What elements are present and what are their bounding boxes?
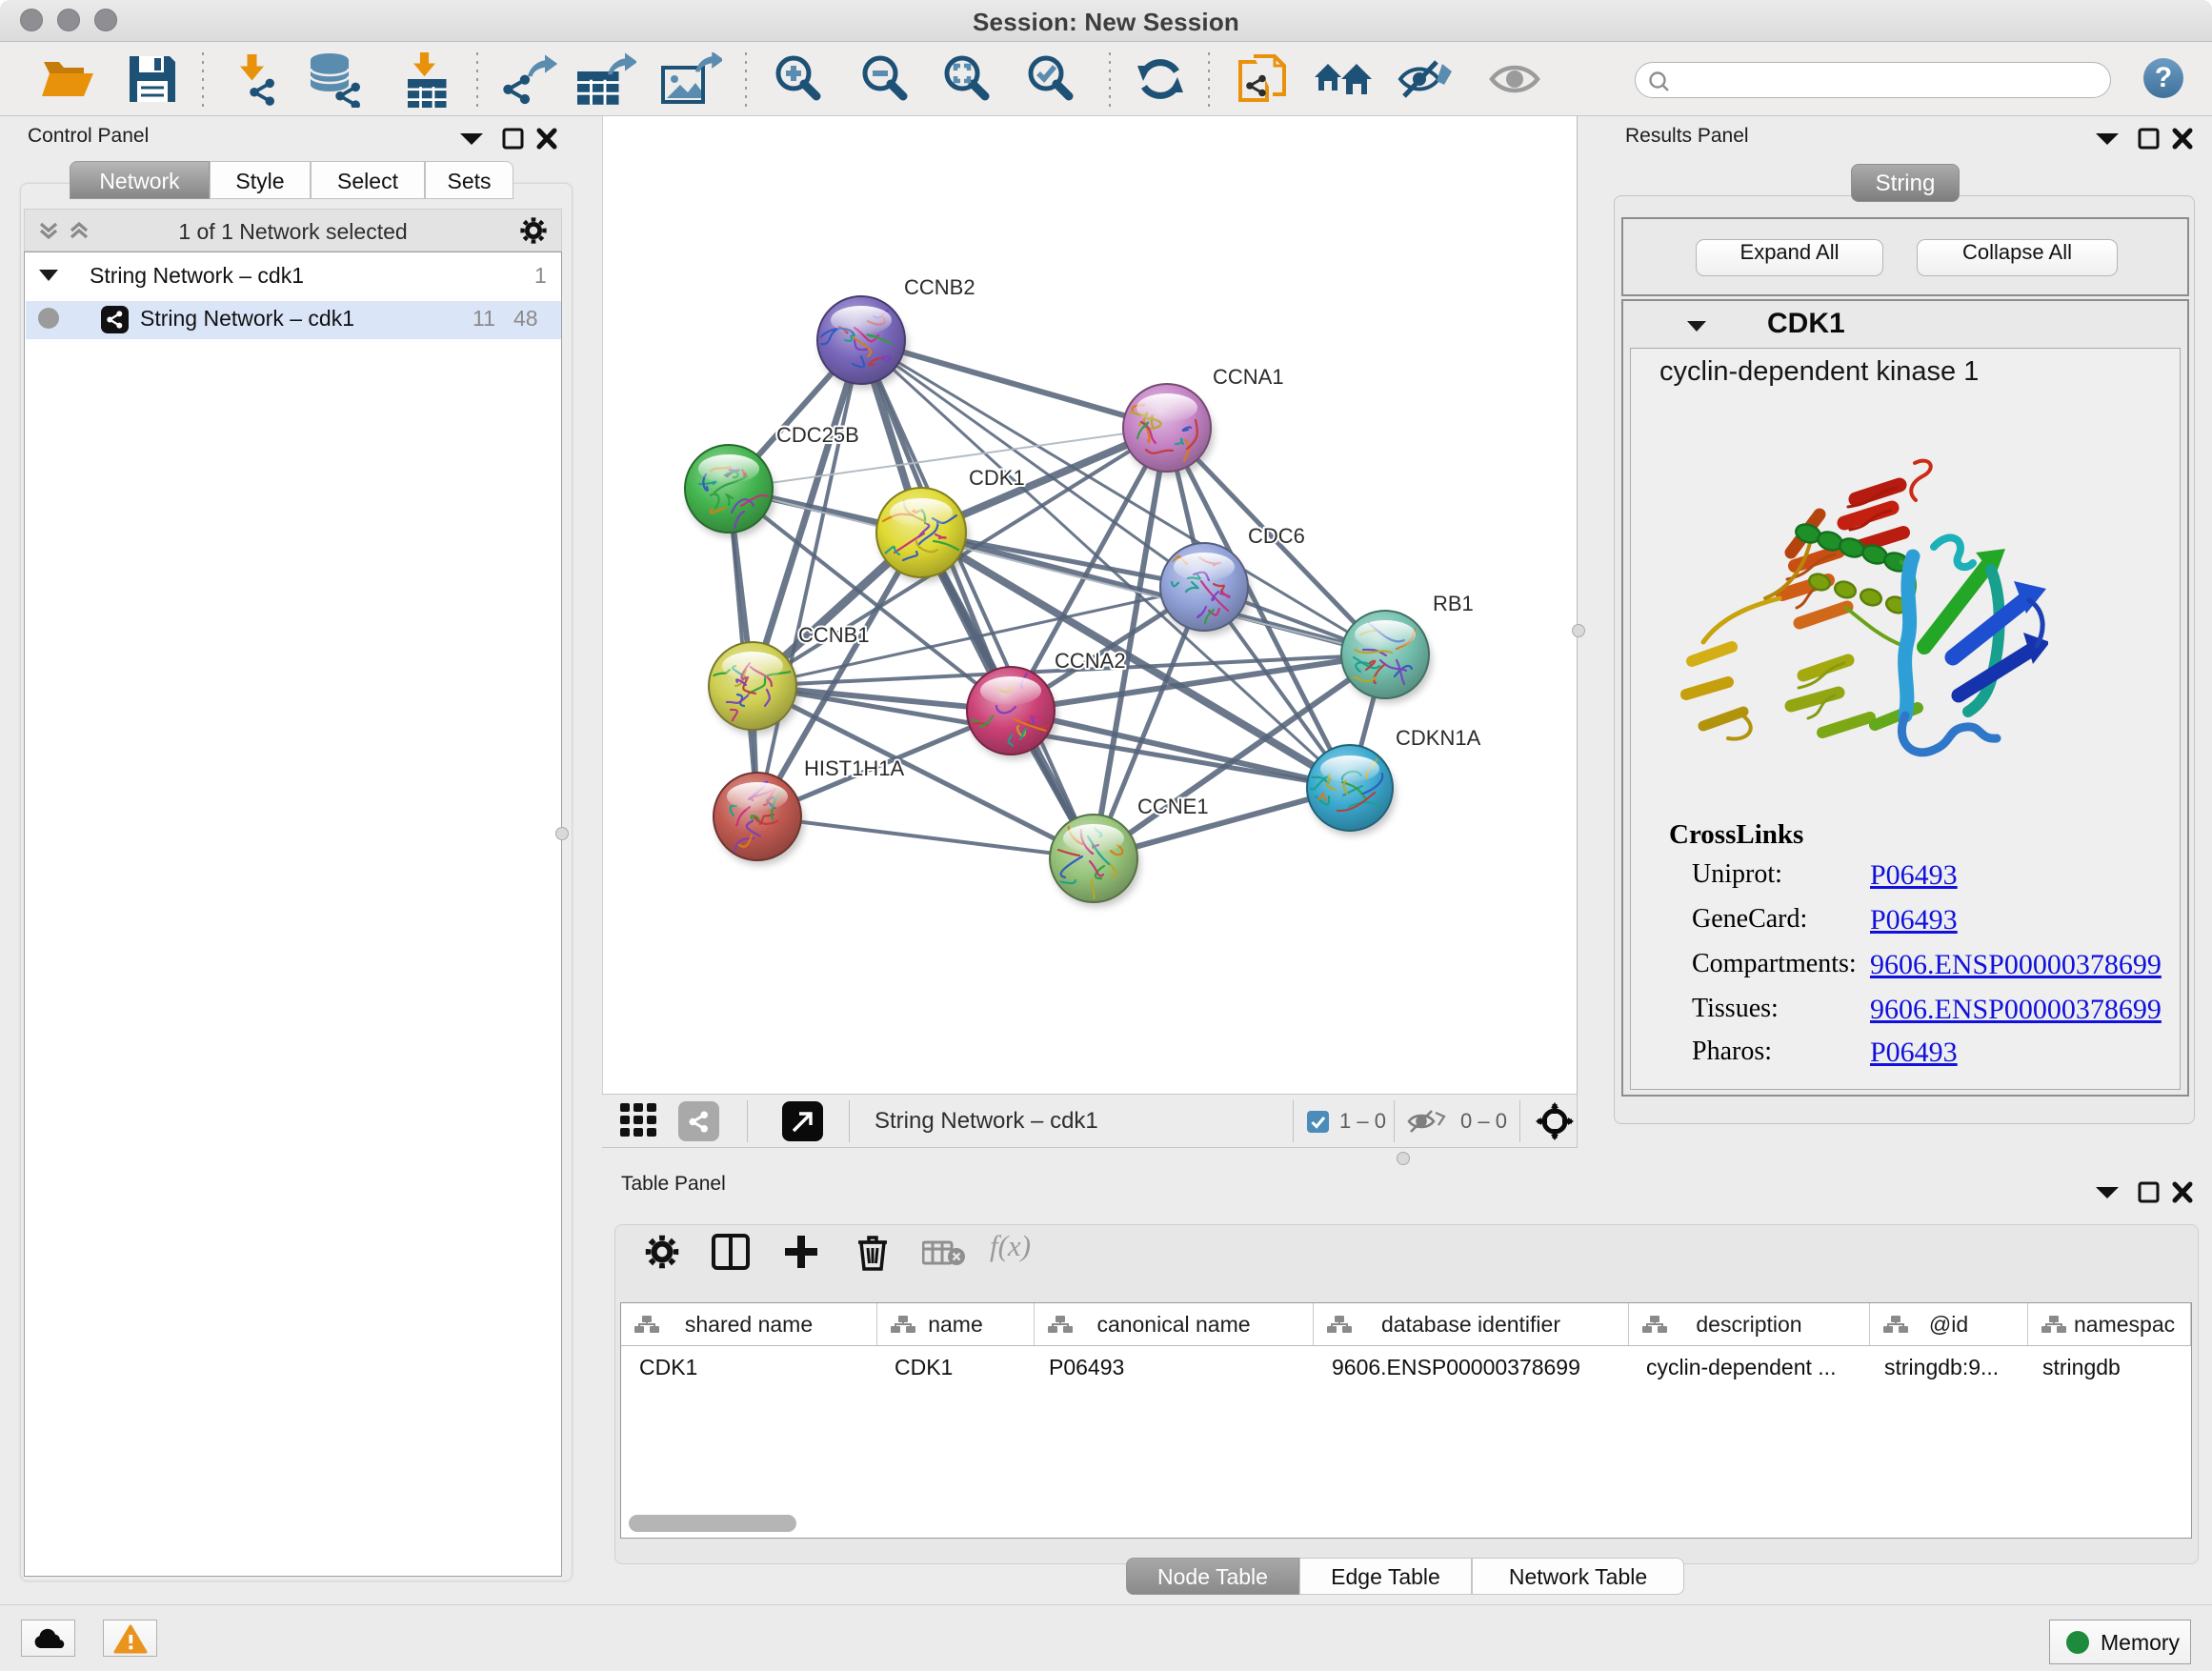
svg-text:CDC25B: CDC25B	[776, 423, 859, 447]
svg-text:CDKN1A: CDKN1A	[1396, 726, 1481, 750]
svg-text:CCNE1: CCNE1	[1137, 795, 1209, 818]
svg-text:CCNA2: CCNA2	[1055, 649, 1126, 673]
svg-text:CDC6: CDC6	[1248, 524, 1305, 548]
svg-text:HIST1H1A: HIST1H1A	[804, 756, 904, 780]
svg-text:CCNA1: CCNA1	[1213, 365, 1284, 389]
svg-text:CDK1: CDK1	[969, 466, 1025, 490]
svg-text:CCNB2: CCNB2	[904, 275, 975, 299]
svg-text:RB1: RB1	[1433, 592, 1474, 615]
svg-text:CCNB1: CCNB1	[798, 623, 870, 647]
